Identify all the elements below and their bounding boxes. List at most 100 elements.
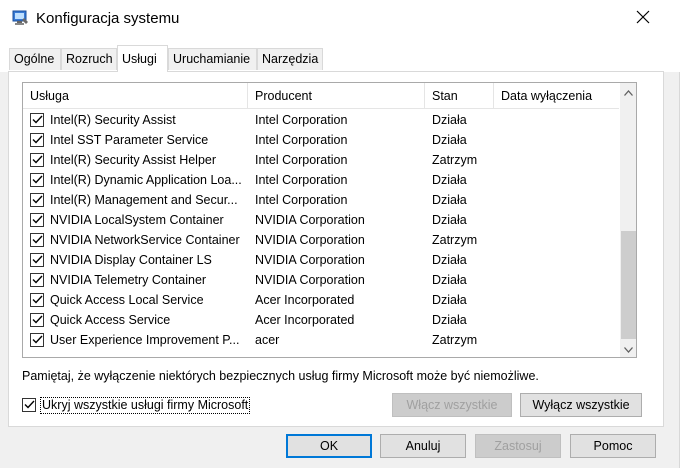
- table-row[interactable]: Intel(R) Dynamic Application Loa... Intel…: [23, 170, 619, 190]
- service-status: Działa: [432, 273, 467, 287]
- apply-button[interactable]: Zastosuj: [475, 434, 561, 458]
- table-row[interactable]: User Experience Improvement P... acer Zatr…: [23, 330, 619, 350]
- checkbox[interactable]: [22, 398, 36, 412]
- close-button[interactable]: [620, 0, 666, 36]
- hide-microsoft-services-checkbox[interactable]: Ukryj wszystkie usługi firmy Microsoft: [22, 396, 251, 414]
- column-header-status[interactable]: Stan: [425, 83, 494, 108]
- scroll-up-button[interactable]: [620, 83, 636, 100]
- checkmark-icon: [32, 113, 43, 127]
- service-name: NVIDIA Display Container LS: [50, 253, 212, 267]
- checkmark-icon: [32, 153, 43, 167]
- table-row[interactable]: NVIDIA NetworkService Container NVIDIA Co…: [23, 230, 619, 250]
- checkmark-icon: [32, 193, 43, 207]
- tab-general[interactable]: Ogólne: [9, 48, 61, 70]
- checkmark-icon: [32, 333, 43, 347]
- service-name: Intel(R) Security Assist: [50, 113, 176, 127]
- service-checkbox[interactable]: [30, 133, 44, 147]
- service-checkbox[interactable]: [30, 153, 44, 167]
- scroll-down-button[interactable]: [620, 340, 636, 357]
- system-configuration-window: Konfiguracja systemu Ogólne Rozruch Usłu…: [0, 0, 680, 468]
- tab-boot[interactable]: Rozruch: [61, 48, 117, 70]
- checkmark-icon: [32, 133, 43, 147]
- list-body: Intel(R) Security Assist Intel Corporatio…: [23, 110, 619, 350]
- cancel-button[interactable]: Anuluj: [380, 434, 466, 458]
- service-vendor: Intel Corporation: [255, 153, 348, 167]
- chevron-up-icon: [624, 85, 633, 99]
- service-checkbox[interactable]: [30, 213, 44, 227]
- table-row[interactable]: Quick Access Service Acer Incorporated Dzi…: [23, 310, 619, 330]
- services-list[interactable]: Usługa Producent Stan Data wyłączenia In…: [22, 82, 637, 358]
- service-disabled-date: [501, 230, 616, 250]
- tab-startup[interactable]: Uruchamianie: [168, 48, 257, 70]
- service-status: Zatrzym: [432, 153, 478, 167]
- service-disabled-date: [501, 130, 616, 150]
- table-row[interactable]: NVIDIA LocalSystem Container NVIDIA Corpo…: [23, 210, 619, 230]
- service-checkbox[interactable]: [30, 193, 44, 207]
- service-disabled-date: [501, 150, 616, 170]
- service-checkbox[interactable]: [30, 273, 44, 287]
- vertical-scrollbar[interactable]: [620, 83, 636, 357]
- service-checkbox[interactable]: [30, 113, 44, 127]
- scrollbar-thumb[interactable]: [621, 231, 636, 339]
- table-row[interactable]: Intel(R) Security Assist Intel Corporatio…: [23, 110, 619, 130]
- service-checkbox[interactable]: [30, 333, 44, 347]
- table-row[interactable]: Intel(R) Security Assist Helper Intel Cor…: [23, 150, 619, 170]
- service-status: Zatrzym: [432, 333, 478, 347]
- ok-button[interactable]: OK: [286, 434, 372, 458]
- service-name: NVIDIA NetworkService Container: [50, 233, 240, 247]
- service-checkbox[interactable]: [30, 253, 44, 267]
- microsoft-services-note: Pamiętaj, że wyłączenie niektórych bezpi…: [22, 369, 539, 383]
- service-vendor: NVIDIA Corporation: [255, 273, 365, 287]
- table-row[interactable]: Quick Access Local Service Acer Incorpora…: [23, 290, 619, 310]
- service-disabled-date: [501, 210, 616, 230]
- service-vendor: Intel Corporation: [255, 193, 348, 207]
- service-disabled-date: [501, 190, 616, 210]
- msconfig-icon: [12, 10, 29, 26]
- checkmark-icon: [32, 233, 43, 247]
- service-status: Działa: [432, 113, 467, 127]
- enable-all-button[interactable]: Włącz wszystkie: [392, 393, 512, 417]
- service-name: Intel(R) Management and Secur...: [50, 193, 238, 207]
- column-header-disabled-date[interactable]: Data wyłączenia: [494, 83, 619, 108]
- service-name: Intel(R) Dynamic Application Loa...: [50, 173, 242, 187]
- list-header: Usługa Producent Stan Data wyłączenia: [23, 83, 619, 109]
- service-disabled-date: [501, 250, 616, 270]
- service-vendor: NVIDIA Corporation: [255, 233, 365, 247]
- service-disabled-date: [501, 330, 616, 350]
- table-row[interactable]: NVIDIA Display Container LS NVIDIA Corpor…: [23, 250, 619, 270]
- service-status: Działa: [432, 193, 467, 207]
- service-vendor: NVIDIA Corporation: [255, 253, 365, 267]
- service-status: Działa: [432, 293, 467, 307]
- service-checkbox[interactable]: [30, 233, 44, 247]
- service-checkbox[interactable]: [30, 293, 44, 307]
- service-name: NVIDIA LocalSystem Container: [50, 213, 224, 227]
- service-disabled-date: [501, 110, 616, 130]
- help-button[interactable]: Pomoc: [570, 434, 656, 458]
- column-header-service[interactable]: Usługa: [23, 83, 248, 108]
- checkmark-icon: [32, 293, 43, 307]
- service-checkbox[interactable]: [30, 173, 44, 187]
- checkmark-icon: [32, 213, 43, 227]
- service-status: Zatrzym: [432, 233, 478, 247]
- service-vendor: acer: [255, 333, 280, 347]
- checkmark-icon: [32, 313, 43, 327]
- service-checkbox[interactable]: [30, 313, 44, 327]
- service-status: Działa: [432, 173, 467, 187]
- disable-all-button[interactable]: Wyłącz wszystkie: [520, 393, 642, 417]
- table-row[interactable]: Intel SST Parameter Service Intel Corpora…: [23, 130, 619, 150]
- service-vendor: Intel Corporation: [255, 173, 348, 187]
- service-disabled-date: [501, 270, 616, 290]
- checkmark-icon: [32, 173, 43, 187]
- table-row[interactable]: NVIDIA Telemetry Container NVIDIA Corpora…: [23, 270, 619, 290]
- checkmark-icon: [32, 253, 43, 267]
- service-name: Quick Access Local Service: [50, 293, 204, 307]
- table-row[interactable]: Intel(R) Management and Secur... Intel Co…: [23, 190, 619, 210]
- title-bar: Konfiguracja systemu: [0, 0, 680, 38]
- service-vendor: Acer Incorporated: [255, 313, 355, 327]
- tab-tools[interactable]: Narzędzia: [257, 48, 323, 70]
- service-status: Działa: [432, 313, 467, 327]
- hide-microsoft-services-label: Ukryj wszystkie usługi firmy Microsoft: [40, 396, 251, 414]
- service-name: Intel SST Parameter Service: [50, 133, 209, 147]
- column-header-vendor[interactable]: Producent: [248, 83, 425, 108]
- tab-services[interactable]: Usługi: [117, 45, 168, 72]
